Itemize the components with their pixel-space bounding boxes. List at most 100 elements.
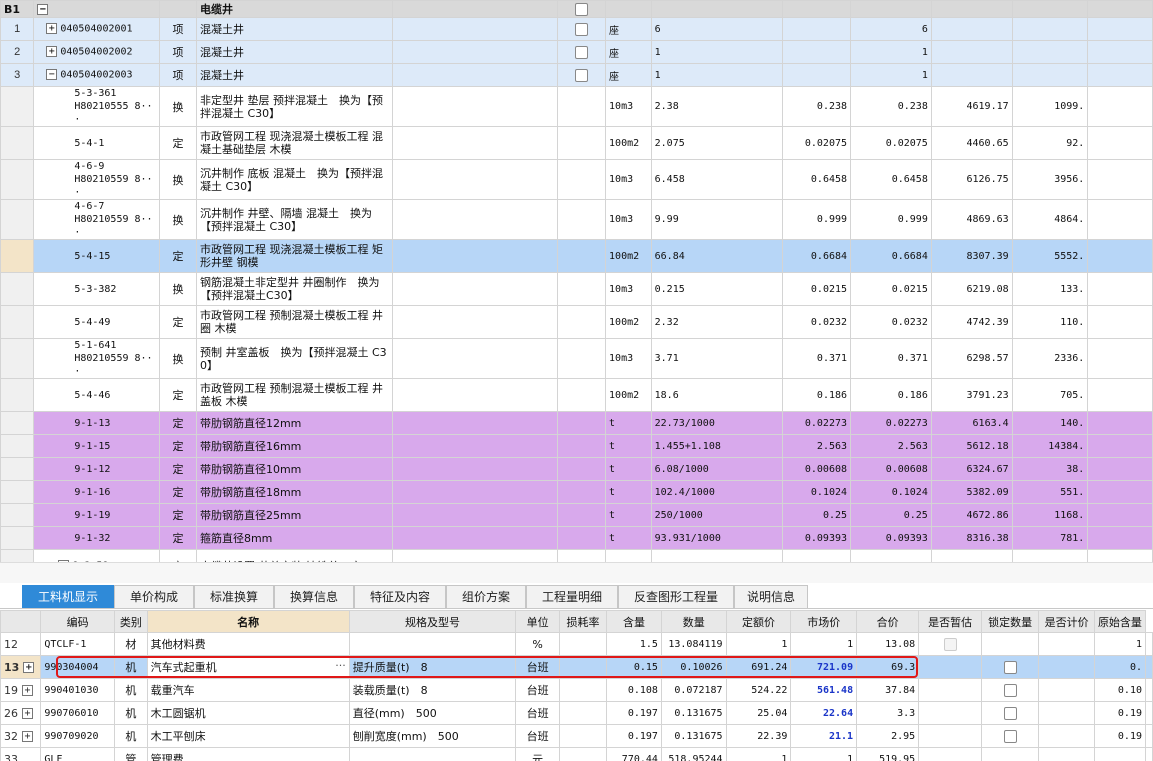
name-cell[interactable]: 混凝土井 <box>195 40 394 64</box>
name-cell[interactable]: 木工圆锯机 <box>146 701 350 725</box>
tab-8[interactable]: 说明信息 <box>734 585 808 608</box>
lock-cell[interactable] <box>556 305 607 339</box>
lock-cell[interactable] <box>556 503 607 527</box>
expr-cell[interactable]: 1 <box>650 63 784 87</box>
row-number[interactable]: 1 <box>0 17 35 41</box>
expr-cell[interactable]: 102.4/1000 <box>650 480 784 504</box>
expr-cell[interactable]: 6.458 <box>650 159 784 200</box>
expr-cell[interactable]: 2.38 <box>650 86 784 127</box>
quota-row[interactable]: 9-1-32 定箍筋直径8mm t 93.931/1000 0.09393 0.09393… <box>0 526 1153 550</box>
quota-row[interactable]: 1 +040504002001 项混凝土井座 6 6 <box>0 17 1153 41</box>
name-cell[interactable]: 非定型井 垫层 预拌混凝土 换为【预拌混凝土 C30】 <box>195 86 394 127</box>
name-cell[interactable]: 带肋钢筋直径10mm <box>195 457 394 481</box>
row-number[interactable] <box>0 411 35 435</box>
lock-cell[interactable] <box>556 338 607 379</box>
loss-cell[interactable] <box>558 678 608 702</box>
code-cell[interactable]: 5-4-49 <box>33 305 161 339</box>
code-cell[interactable]: 5-4-1 <box>33 126 161 160</box>
column-header[interactable]: 原始含量 <box>1093 610 1147 633</box>
expr-cell[interactable]: 2.32 <box>650 305 784 339</box>
row-number[interactable] <box>0 503 35 527</box>
resource-row[interactable]: 19 +990401030 机载重汽车 装载质量(t) 8 台班 0.108 0.07218… <box>0 678 1153 702</box>
checkbox-icon[interactable] <box>574 2 588 16</box>
lock-qty-cell[interactable] <box>980 678 1040 702</box>
code-cell[interactable]: 9-1-12 <box>33 457 161 481</box>
column-header[interactable]: 含量 <box>606 610 662 633</box>
checkbox-icon[interactable] <box>574 68 588 82</box>
spec-cell[interactable] <box>348 747 517 761</box>
name-cell[interactable]: 沉井制作 底板 混凝土 换为【预拌混凝土 C30】 <box>195 159 394 200</box>
expand-icon[interactable]: + <box>23 662 35 673</box>
loss-cell[interactable] <box>558 632 608 656</box>
checkbox-icon[interactable] <box>574 22 588 36</box>
name-cell[interactable]: 电缆井设置 井盖安装 铸铁盖、座 <box>195 549 394 562</box>
lock-cell[interactable] <box>556 549 607 562</box>
quota-row[interactable]: 9-1-16 定带肋钢筋直径18mm t 102.4/1000 0.1024 0.1024… <box>0 480 1153 504</box>
content-cell[interactable]: 0.15 <box>606 655 662 679</box>
checkbox-icon[interactable] <box>1003 706 1017 720</box>
expr-cell[interactable]: 1 <box>650 549 784 562</box>
more-options-icon[interactable]: ··· <box>335 659 346 672</box>
estimate-cell[interactable] <box>918 724 982 748</box>
spec-cell[interactable]: 提升质量(t) 8 <box>348 655 517 679</box>
lock-cell[interactable] <box>556 86 607 127</box>
section-header-row[interactable]: B1 − 电缆井 <box>0 0 1153 18</box>
content-cell[interactable]: 1.5 <box>606 632 662 656</box>
name-cell[interactable]: 市政管网工程 现浇混凝土模板工程 矩形井壁 钢模 <box>195 239 394 273</box>
content-cell[interactable]: 770.44 <box>606 747 662 761</box>
lock-qty-cell[interactable] <box>980 632 1040 656</box>
name-cell[interactable]: 混凝土井 <box>195 63 394 87</box>
code-cell[interactable]: 5-1-641 H80210559 8··· <box>33 338 161 379</box>
code-cell[interactable]: 5-4-46 <box>33 378 161 412</box>
row-number[interactable] <box>0 272 35 306</box>
code-cell[interactable]: +040504002001 <box>33 17 161 41</box>
code-cell[interactable]: 9-1-13 <box>33 411 161 435</box>
code-cell[interactable]: 9-1-15 <box>33 434 161 458</box>
lock-qty-cell[interactable] <box>980 724 1040 748</box>
expr-cell[interactable]: 22.73/1000 <box>650 411 784 435</box>
spec-cell[interactable]: 刨削宽度(mm) 500 <box>348 724 517 748</box>
spec-cell[interactable]: 直径(mm) 500 <box>348 701 517 725</box>
expr-cell[interactable]: 0.215 <box>650 272 784 306</box>
row-number[interactable] <box>0 126 35 160</box>
priced-cell[interactable] <box>1038 678 1095 702</box>
quota-row[interactable]: 5-4-1 定市政管网工程 现浇混凝土模板工程 混凝土基础垫层 木模 100m2 2.… <box>0 126 1153 160</box>
row-number[interactable] <box>0 378 35 412</box>
spec-cell[interactable]: 装载质量(t) 8 <box>348 678 517 702</box>
name-cell[interactable]: 市政管网工程 预制混凝土模板工程 井盖板 木模 <box>195 378 394 412</box>
code-cell[interactable]: 5-3-361 H80210555 8··· <box>33 86 161 127</box>
expand-icon[interactable]: + <box>22 708 33 719</box>
quota-row[interactable]: 9-1-19 定带肋钢筋直径25mm t 250/1000 0.25 0.25 4672.8… <box>0 503 1153 527</box>
checkbox-icon[interactable] <box>574 45 588 59</box>
priced-cell[interactable] <box>1038 747 1095 761</box>
quota-row[interactable]: 9-1-12 定带肋钢筋直径10mm t 6.08/1000 0.00608 0.0060… <box>0 457 1153 481</box>
column-header[interactable]: 编码 <box>40 610 116 633</box>
content-cell[interactable]: 0.197 <box>606 701 662 725</box>
tab-4[interactable]: 特征及内容 <box>354 585 446 608</box>
lock-cell[interactable] <box>556 526 607 550</box>
loss-cell[interactable] <box>558 724 608 748</box>
row-number[interactable] <box>0 526 35 550</box>
column-header[interactable]: 是否暂估 <box>918 610 982 633</box>
qty-cell[interactable]: 0.131675 <box>660 724 727 748</box>
spec-cell[interactable] <box>348 632 517 656</box>
code-cell[interactable]: −040504002003 <box>33 63 161 87</box>
column-header[interactable]: 名称 <box>146 610 350 633</box>
column-header[interactable]: 数量 <box>660 610 727 633</box>
lock-cell[interactable] <box>556 40 607 64</box>
quota-row[interactable]: 4-6-9 H80210559 8··· 换沉井制作 底板 混凝土 换为【预拌混凝… <box>0 159 1153 200</box>
tab-6[interactable]: 工程量明细 <box>526 585 618 608</box>
row-number[interactable] <box>0 199 35 240</box>
market-price-cell[interactable]: 1 <box>790 747 858 761</box>
quota-row[interactable]: 9-1-13 定带肋钢筋直径12mm t 22.73/1000 0.02273 0.022… <box>0 411 1153 435</box>
expr-cell[interactable]: 6.08/1000 <box>650 457 784 481</box>
estimate-cell[interactable] <box>918 678 982 702</box>
name-cell[interactable]: 带肋钢筋直径25mm <box>195 503 394 527</box>
qty-cell[interactable]: 0.072187 <box>660 678 727 702</box>
lock-qty-cell[interactable] <box>980 655 1040 679</box>
expand-icon[interactable]: + <box>46 46 58 58</box>
quota-row[interactable]: 5-4-49 定市政管网工程 预制混凝土模板工程 井圈 木模 100m2 2.32 0.… <box>0 305 1153 339</box>
code-cell[interactable]: 990401030 <box>40 678 116 702</box>
name-cell[interactable]: 载重汽车 <box>146 678 350 702</box>
row-number[interactable] <box>0 480 35 504</box>
